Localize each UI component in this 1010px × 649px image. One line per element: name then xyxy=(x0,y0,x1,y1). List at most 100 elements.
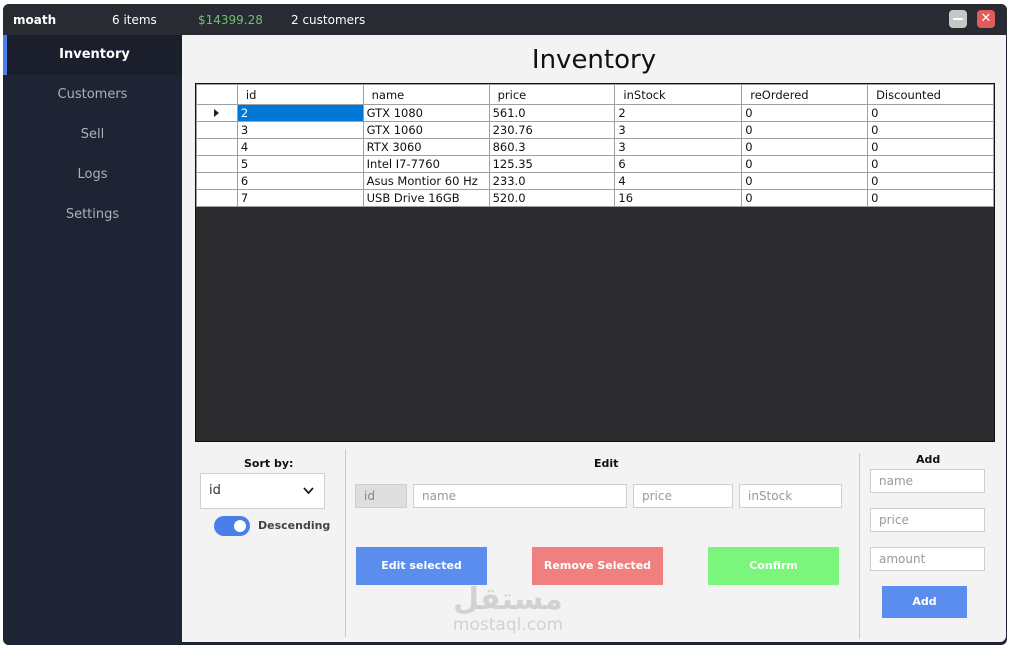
sort-panel: Sort by: id Descending xyxy=(196,449,342,639)
main-content: Inventory id name price inStock reOrdere… xyxy=(182,35,1006,642)
sort-select[interactable]: id xyxy=(200,473,325,509)
table-cell[interactable]: 4 xyxy=(614,172,743,190)
table-cell[interactable]: 125.35 xyxy=(488,155,616,173)
row-header-corner xyxy=(196,84,238,105)
table-cell[interactable]: 6 xyxy=(236,172,364,190)
add-title: Add xyxy=(916,453,941,466)
table-cell[interactable]: 3 xyxy=(236,121,364,139)
app-window: moath 6 items $14399.28 2 customers ✕ In… xyxy=(3,4,1007,645)
row-selector[interactable] xyxy=(196,189,238,207)
close-icon: ✕ xyxy=(980,11,992,26)
table-cell[interactable]: GTX 1080 xyxy=(362,104,490,122)
table-cell[interactable]: 2 xyxy=(236,104,364,122)
table-row[interactable]: 2 GTX 1080 561.0 2 0 0 xyxy=(196,104,994,122)
table-cell[interactable]: 5 xyxy=(236,155,364,173)
column-header-price[interactable]: price xyxy=(488,84,616,105)
watermark: مستقل mostaql.com xyxy=(443,582,573,635)
edit-selected-button[interactable]: Edit selected xyxy=(356,547,487,585)
table-cell[interactable]: 2 xyxy=(614,104,743,122)
table-cell[interactable]: Intel I7-7760 xyxy=(362,155,490,173)
sidebar: Inventory Customers Sell Logs Settings xyxy=(3,35,182,645)
table-cell[interactable]: 0 xyxy=(741,172,869,190)
table-row[interactable]: 3 GTX 1060 230.76 3 0 0 xyxy=(196,121,994,139)
row-selector[interactable] xyxy=(196,104,238,122)
inventory-table: id name price inStock reOrdered Discount… xyxy=(196,84,994,207)
chevron-down-icon xyxy=(303,474,314,522)
table-header-row: id name price inStock reOrdered Discount… xyxy=(196,84,994,105)
sidebar-item-logs[interactable]: Logs xyxy=(3,155,182,195)
table-cell[interactable]: 0 xyxy=(867,189,994,207)
minimize-button[interactable] xyxy=(949,10,967,28)
table-cell[interactable]: 16 xyxy=(614,189,743,207)
confirm-button[interactable]: Confirm xyxy=(708,547,839,585)
inventory-grid[interactable]: id name price inStock reOrdered Discount… xyxy=(195,83,995,442)
table-cell[interactable]: 0 xyxy=(867,155,994,173)
row-selector[interactable] xyxy=(196,138,238,156)
table-cell[interactable]: 0 xyxy=(867,104,994,122)
sidebar-item-sell[interactable]: Sell xyxy=(3,115,182,155)
edit-instock-field[interactable]: inStock xyxy=(739,484,842,508)
add-panel: Add name price amount Add xyxy=(861,449,1006,639)
add-amount-field[interactable]: amount xyxy=(870,547,985,571)
sidebar-item-settings[interactable]: Settings xyxy=(3,195,182,235)
table-cell[interactable]: 0 xyxy=(741,155,869,173)
descending-label: Descending xyxy=(258,519,331,532)
row-selector[interactable] xyxy=(196,121,238,139)
table-cell[interactable]: 230.76 xyxy=(488,121,616,139)
add-button[interactable]: Add xyxy=(882,586,967,618)
sidebar-item-inventory[interactable]: Inventory xyxy=(3,35,182,75)
add-price-field[interactable]: price xyxy=(870,508,985,532)
add-name-field[interactable]: name xyxy=(870,469,985,493)
table-cell[interactable]: Asus Montior 60 Hz xyxy=(362,172,490,190)
watermark-url: mostaql.com xyxy=(452,615,564,635)
sidebar-item-customers[interactable]: Customers xyxy=(3,75,182,115)
sort-by-label: Sort by: xyxy=(244,457,294,470)
edit-id-field: id xyxy=(355,484,407,508)
current-row-icon xyxy=(214,109,220,117)
table-cell[interactable]: 561.0 xyxy=(488,104,616,122)
column-header-discounted[interactable]: Discounted xyxy=(867,84,994,105)
remove-selected-button[interactable]: Remove Selected xyxy=(532,547,663,585)
table-cell[interactable]: 0 xyxy=(741,138,869,156)
table-cell[interactable]: 4 xyxy=(236,138,364,156)
table-cell[interactable]: 6 xyxy=(614,155,743,173)
watermark-arabic: مستقل xyxy=(453,582,563,617)
table-cell[interactable]: 233.0 xyxy=(488,172,616,190)
revenue-label: $14399.28 xyxy=(198,13,263,27)
title-bar: moath 6 items $14399.28 2 customers ✕ xyxy=(3,4,1007,35)
row-selector[interactable] xyxy=(196,155,238,173)
table-cell[interactable]: USB Drive 16GB xyxy=(362,189,490,207)
table-cell[interactable]: 0 xyxy=(867,138,994,156)
table-cell[interactable]: 0 xyxy=(867,121,994,139)
close-button[interactable]: ✕ xyxy=(977,10,995,28)
table-cell[interactable]: 7 xyxy=(236,189,364,207)
table-cell[interactable]: 0 xyxy=(741,189,869,207)
table-row[interactable]: 5 Intel I7-7760 125.35 6 0 0 xyxy=(196,155,994,173)
column-header-id[interactable]: id xyxy=(236,84,364,105)
toggle-knob xyxy=(234,520,246,532)
descending-toggle[interactable] xyxy=(214,516,250,536)
table-cell[interactable]: RTX 3060 xyxy=(362,138,490,156)
edit-name-field[interactable]: name xyxy=(413,484,627,508)
items-count: 6 items xyxy=(112,13,157,27)
table-cell[interactable]: 0 xyxy=(867,172,994,190)
table-cell[interactable]: 860.3 xyxy=(488,138,616,156)
table-cell[interactable]: GTX 1060 xyxy=(362,121,490,139)
table-cell[interactable]: 0 xyxy=(741,121,869,139)
username-label: moath xyxy=(13,13,57,27)
table-cell[interactable]: 3 xyxy=(614,121,743,139)
page-title: Inventory xyxy=(531,45,657,75)
table-row[interactable]: 7 USB Drive 16GB 520.0 16 0 0 xyxy=(196,189,994,207)
table-cell[interactable]: 520.0 xyxy=(488,189,616,207)
edit-price-field[interactable]: price xyxy=(633,484,733,508)
divider xyxy=(859,453,860,639)
column-header-reordered[interactable]: reOrdered xyxy=(741,84,869,105)
table-row[interactable]: 6 Asus Montior 60 Hz 233.0 4 0 0 xyxy=(196,172,994,190)
table-row[interactable]: 4 RTX 3060 860.3 3 0 0 xyxy=(196,138,994,156)
column-header-name[interactable]: name xyxy=(362,84,490,105)
customers-count: 2 customers xyxy=(291,13,366,27)
table-cell[interactable]: 3 xyxy=(614,138,743,156)
row-selector[interactable] xyxy=(196,172,238,190)
table-cell[interactable]: 0 xyxy=(741,104,869,122)
column-header-instock[interactable]: inStock xyxy=(614,84,743,105)
